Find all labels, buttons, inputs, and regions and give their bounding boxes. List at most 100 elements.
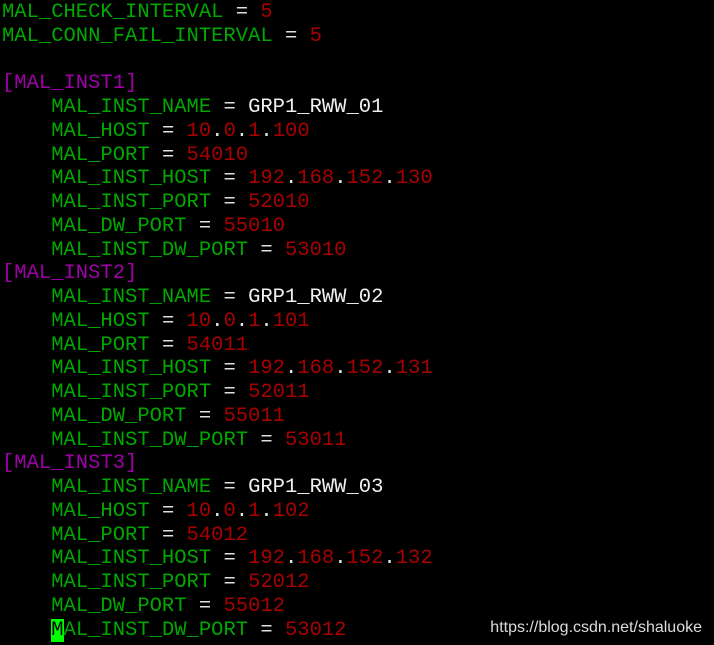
config-value: 192.168.152.131 — [248, 357, 433, 381]
equals-sign: = — [211, 357, 249, 381]
watermark: https://blog.csdn.net/shaluoke — [490, 619, 702, 636]
config-value: GRP1_RWW_02 — [248, 286, 384, 309]
config-key: MAL_INST_HOST — [51, 167, 212, 191]
config-line: MAL_INST_HOST = 192.168.152.131 — [2, 357, 433, 381]
config-value: 10.0.1.102 — [186, 499, 310, 523]
config-value: 52011 — [248, 381, 310, 404]
config-line: MAL_HOST = 10.0.1.101 — [2, 309, 310, 334]
config-key: MAL_INST_NAME — [51, 286, 212, 309]
section-header: [MAL_INST2] — [2, 262, 138, 286]
config-key: MAL_INST_PORT — [51, 571, 212, 594]
config-key: MAL_DW_PORT — [51, 404, 187, 428]
config-section-line: [MAL_INST1] — [2, 72, 137, 96]
config-line: MAL_HOST = 10.0.1.102 — [2, 499, 310, 524]
equals-sign: = — [186, 404, 224, 428]
config-line: MAL_CONN_FAIL_INTERVAL = 5 — [2, 25, 322, 49]
config-value: GRP1_RWW_01 — [248, 96, 384, 119]
config-key: MAL_CHECK_INTERVAL — [2, 1, 224, 24]
config-key: MAL_INST_NAME — [51, 96, 212, 119]
equals-sign: = — [149, 309, 187, 333]
config-line: MAL_INST_PORT = 52010 — [2, 191, 309, 215]
config-key: MAL_INST_HOST — [51, 357, 212, 381]
config-value: 54010 — [186, 143, 249, 167]
equals-sign: = — [211, 191, 249, 214]
config-key: MAL_PORT — [51, 523, 150, 547]
equals-sign: = — [149, 119, 187, 143]
config-line: MAL_DW_PORT = 55011 — [2, 405, 285, 429]
config-value: 10.0.1.101 — [186, 309, 310, 333]
config-key: MAL_INST_DW_PORT — [51, 238, 249, 262]
config-line: MAL_INST_PORT = 52011 — [2, 381, 310, 405]
config-key: MAL_INST_DW_PORT — [51, 428, 249, 452]
config-value: 53011 — [284, 428, 347, 452]
equals-sign: = — [211, 381, 249, 404]
config-value: 55010 — [223, 214, 285, 238]
config-line: MAL_PORT = 54011 — [2, 334, 248, 358]
equals-sign: = — [248, 238, 285, 262]
config-line: MAL_INST_HOST = 192.168.152.132 — [2, 547, 433, 571]
config-line: MAL_INST_DW_PORT = 53011 — [2, 429, 346, 453]
equals-sign: = — [248, 428, 285, 452]
config-value: 53012 — [284, 618, 347, 642]
config-value: GRP1_RWW_03 — [248, 476, 384, 499]
section-header: [MAL_INST1] — [2, 72, 138, 96]
equals-sign: = — [149, 143, 187, 167]
config-key: MAL_HOST — [51, 309, 150, 333]
equals-sign: = — [223, 1, 261, 24]
config-value: 10.0.1.100 — [186, 119, 310, 143]
config-line: MAL_DW_PORT = 55010 — [2, 215, 285, 239]
equals-sign: = — [186, 214, 224, 238]
equals-sign: = — [149, 523, 187, 547]
config-value: 192.168.152.132 — [248, 547, 433, 571]
equals-sign: = — [149, 499, 187, 523]
config-line: MAL_CHECK_INTERVAL = 5 — [2, 1, 273, 25]
config-line: MAL_INST_DW_PORT = 53010 — [2, 239, 346, 263]
config-key: MAL_CONN_FAIL_INTERVAL — [2, 24, 273, 48]
config-line: MAL_INST_NAME = GRP1_RWW_01 — [2, 96, 383, 120]
config-key: MAL_INST_PORT — [51, 381, 212, 404]
equals-sign: = — [211, 476, 249, 499]
config-section-line: [MAL_INST3] — [2, 452, 137, 476]
config-value: 52012 — [248, 571, 310, 594]
equals-sign: = — [211, 571, 249, 594]
config-key: MAL_DW_PORT — [51, 214, 187, 238]
equals-sign: = — [272, 24, 310, 48]
config-value: 53010 — [284, 238, 347, 262]
equals-sign: = — [211, 547, 249, 571]
config-line: MAL_INST_NAME = GRP1_RWW_03 — [2, 476, 383, 500]
config-key: MAL_INST_HOST — [51, 547, 212, 571]
config-line: MAL_INST_NAME = GRP1_RWW_02 — [2, 286, 383, 310]
config-line: MAL_INST_HOST = 192.168.152.130 — [2, 167, 433, 191]
equals-sign: = — [248, 618, 285, 642]
config-key: MAL_PORT — [51, 143, 150, 167]
config-value: 192.168.152.130 — [248, 167, 433, 191]
config-key: MAL_DW_PORT — [51, 594, 187, 618]
config-key: MAL_PORT — [51, 333, 150, 357]
equals-sign: = — [186, 594, 224, 618]
config-key: MAL_HOST — [51, 499, 150, 523]
config-value: 54012 — [186, 523, 249, 547]
config-value: 5 — [309, 24, 322, 48]
equals-sign: = — [211, 167, 249, 191]
config-line: MAL_HOST = 10.0.1.100 — [2, 119, 310, 144]
config-line: MAL_PORT = 54012 — [2, 524, 248, 548]
config-key: AL_INST_DW_PORT — [63, 618, 249, 642]
section-header: [MAL_INST3] — [2, 452, 138, 476]
config-value: 55012 — [223, 594, 285, 618]
config-line: MAL_INST_DW_PORT = 53012 — [2, 618, 347, 643]
config-key: MAL_INST_PORT — [51, 191, 212, 214]
equals-sign: = — [149, 333, 187, 357]
equals-sign: = — [211, 286, 249, 309]
config-line: MAL_PORT = 54010 — [2, 144, 248, 168]
config-line: MAL_INST_PORT = 52012 — [2, 571, 310, 595]
config-key: MAL_INST_NAME — [51, 476, 212, 499]
text-cursor: M — [51, 618, 64, 642]
config-value: 55011 — [223, 404, 285, 428]
config-section-line: [MAL_INST2] — [2, 262, 137, 286]
config-value: 54011 — [186, 333, 249, 357]
config-value: 5 — [260, 1, 273, 24]
config-key: MAL_HOST — [51, 119, 150, 143]
terminal-window[interactable]: https://blog.csdn.net/shaluoke MAL_CHECK… — [0, 0, 714, 645]
config-line: MAL_DW_PORT = 55012 — [2, 595, 285, 619]
equals-sign: = — [211, 96, 249, 119]
